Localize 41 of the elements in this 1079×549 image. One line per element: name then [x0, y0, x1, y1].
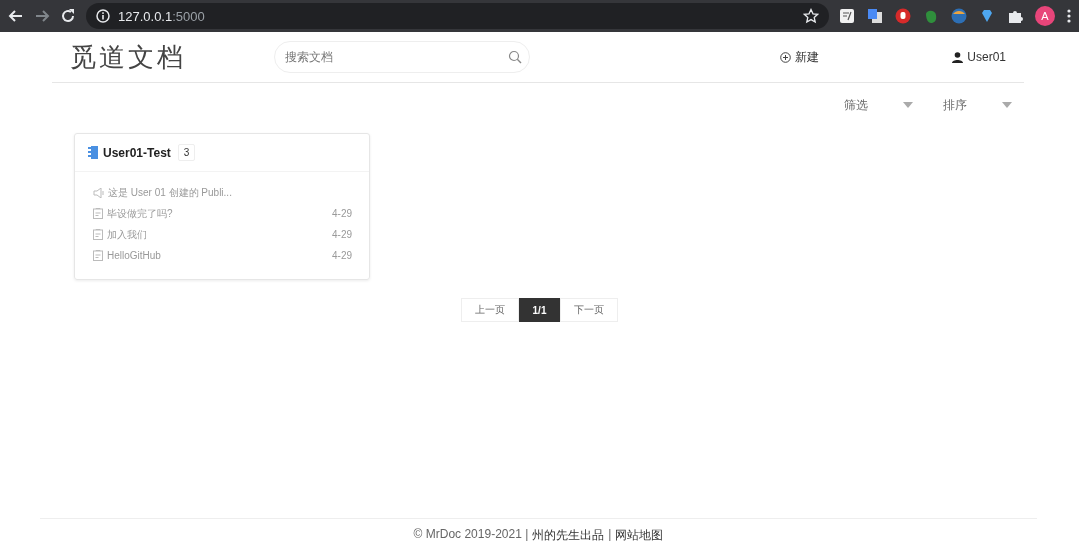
book-icon [88, 146, 98, 159]
caret-icon [1002, 102, 1012, 108]
address-bar[interactable]: 127.0.0.1:5000 [86, 3, 829, 29]
current-page-button[interactable]: 1/1 [518, 298, 561, 322]
search-icon [508, 50, 522, 64]
profile-avatar[interactable]: A [1035, 6, 1055, 26]
forward-icon[interactable] [34, 8, 50, 24]
document-date: 4-29 [332, 250, 352, 261]
speaker-icon [93, 187, 104, 198]
caret-icon [903, 102, 913, 108]
back-icon[interactable] [8, 8, 24, 24]
filter-dropdown[interactable]: 筛选 [844, 93, 913, 117]
doc-count: 3 [177, 144, 196, 161]
globe-icon[interactable] [951, 8, 967, 24]
footer-text: © MrDoc 2019-2021 | [413, 527, 529, 543]
next-page-button[interactable]: 下一页 [560, 298, 619, 322]
footer-link[interactable]: 网站地图 [615, 527, 664, 544]
translate-icon[interactable] [867, 8, 883, 24]
search-field[interactable]: 搜索文档 [274, 41, 530, 73]
more-icon[interactable] [1067, 8, 1071, 24]
diamond-icon[interactable] [979, 8, 995, 24]
filter-dropdown[interactable]: 排序 [943, 93, 1012, 117]
project-title[interactable]: User01-Test [103, 145, 171, 160]
user-menu[interactable]: User01 [952, 50, 1006, 64]
puzzle-icon[interactable] [1007, 8, 1023, 24]
site-logo[interactable]: 觅道文档 [70, 39, 274, 75]
previous-page-button[interactable]: 上一页 [460, 298, 519, 322]
document-date: 4-29 [332, 229, 352, 240]
footer-link[interactable]: 州的先生出品 [532, 527, 605, 544]
new-button[interactable]: 新建 [780, 48, 820, 66]
document-icon [93, 250, 103, 261]
plus-circle-icon [780, 51, 792, 63]
url-text: 127.0.0.1:5000 [118, 8, 205, 24]
document-icon [93, 208, 103, 219]
info-icon [96, 9, 110, 23]
footer-text: | [608, 527, 612, 543]
user-icon [952, 51, 964, 63]
reload-icon[interactable] [60, 8, 76, 24]
document-date: 4-29 [332, 208, 352, 219]
star-icon[interactable] [803, 8, 819, 24]
document-icon [93, 229, 103, 240]
